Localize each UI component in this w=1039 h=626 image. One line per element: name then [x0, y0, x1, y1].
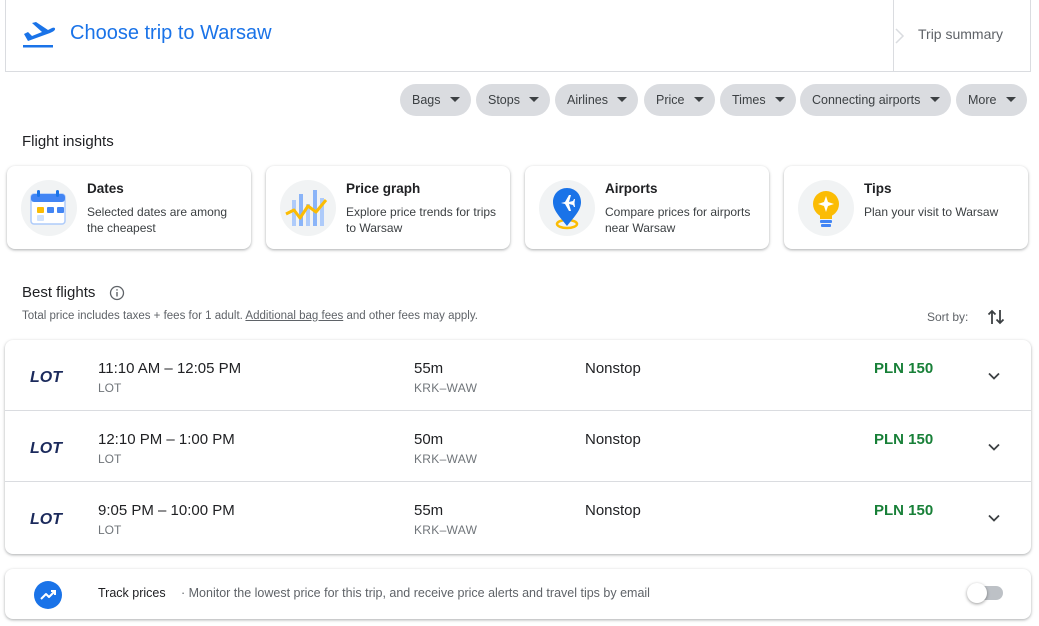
flight-stops: Nonstop	[585, 431, 641, 448]
insight-card-title: Airports	[605, 181, 658, 196]
filter-airlines-button[interactable]: Airlines	[555, 84, 638, 116]
svg-text:LOT: LOT	[30, 369, 63, 385]
flights-list: LOT 11:10 AM – 12:05 PM LOT 55m KRK–WAW …	[5, 340, 1031, 554]
lot-airline-logo: LOT	[30, 440, 63, 456]
dropdown-arrow-icon	[450, 97, 460, 102]
dropdown-arrow-icon	[930, 97, 940, 102]
insight-card-price-graph[interactable]: Price graph Explore price trends for tri…	[266, 166, 510, 249]
trip-summary-link[interactable]: Trip summary	[918, 26, 1003, 42]
flight-row[interactable]: LOT 12:10 PM – 1:00 PM LOT 50m KRK–WAW N…	[5, 411, 1031, 482]
sort-icon[interactable]	[986, 306, 1006, 328]
disclaimer-text: and other fees may apply.	[346, 310, 478, 322]
info-icon[interactable]	[109, 285, 125, 301]
bag-fees-link[interactable]: Additional bag fees	[245, 310, 343, 322]
filter-stops-label: Stops	[488, 93, 520, 107]
toggle-knob	[967, 583, 987, 603]
filter-price-label: Price	[656, 93, 685, 107]
disclaimer-text: Total price includes taxes + fees for 1 …	[22, 310, 243, 322]
insight-card-desc: Plan your visit to Warsaw	[864, 205, 999, 219]
chevron-right-icon	[895, 28, 905, 44]
insight-card-airports[interactable]: Airports Compare prices for airports nea…	[525, 166, 769, 249]
sort-by-label: Sort by:	[927, 310, 969, 324]
flight-airline: LOT	[98, 523, 122, 537]
insight-card-desc: Selected dates are among the cheapest	[87, 205, 228, 235]
dropdown-arrow-icon	[775, 97, 785, 102]
flight-duration: 55m	[414, 360, 444, 377]
flight-duration: 50m	[414, 431, 444, 448]
insight-card-title: Price graph	[346, 181, 421, 196]
flight-row[interactable]: LOT 11:10 AM – 12:05 PM LOT 55m KRK–WAW …	[5, 340, 1031, 411]
track-prices-toggle[interactable]	[967, 583, 1003, 603]
price-graph-icon	[280, 180, 336, 236]
filter-times-button[interactable]: Times	[720, 84, 796, 116]
flight-times: 9:05 PM – 10:00 PM	[98, 502, 235, 519]
svg-text:LOT: LOT	[30, 511, 63, 527]
flight-route: KRK–WAW	[414, 381, 478, 395]
insight-card-title: Tips	[864, 181, 892, 196]
lot-airline-logo: LOT	[30, 511, 63, 527]
filter-stops-button[interactable]: Stops	[476, 84, 550, 116]
departing-plane-icon	[23, 22, 56, 48]
chevron-down-icon[interactable]	[985, 367, 1003, 385]
flight-times: 11:10 AM – 12:05 PM	[98, 360, 242, 377]
dropdown-arrow-icon	[1006, 97, 1016, 102]
flight-airline: LOT	[98, 381, 122, 395]
filter-airlines-label: Airlines	[567, 93, 608, 107]
track-prices-panel: Track prices · Monitor the lowest price …	[5, 569, 1031, 619]
trending-up-icon	[34, 581, 62, 609]
filter-connecting-airports-button[interactable]: Connecting airports	[800, 84, 951, 116]
insight-card-title: Dates	[87, 181, 124, 196]
page-title: Choose trip to Warsaw	[70, 22, 272, 44]
lot-airline-logo: LOT	[30, 369, 63, 385]
filter-bags-label: Bags	[412, 93, 441, 107]
insight-card-tips[interactable]: Tips Plan your visit to Warsaw	[784, 166, 1028, 249]
dropdown-arrow-icon	[694, 97, 704, 102]
filter-price-button[interactable]: Price	[644, 84, 715, 116]
filter-more-button[interactable]: More	[956, 84, 1027, 116]
filter-connecting-airports-label: Connecting airports	[812, 93, 921, 107]
best-flights-heading: Best flights	[22, 284, 96, 301]
insight-card-desc: Explore price trends for trips to Warsaw	[346, 205, 497, 235]
insight-card-desc: Compare prices for airports near Warsaw	[605, 205, 751, 235]
flight-airline: LOT	[98, 452, 122, 466]
flight-stops: Nonstop	[585, 502, 641, 519]
svg-text:LOT: LOT	[30, 440, 63, 456]
flight-price: PLN 150	[874, 431, 934, 448]
airport-pin-icon	[539, 180, 595, 236]
track-prices-desc: · Monitor the lowest price for this trip…	[181, 586, 650, 600]
flight-duration: 55m	[414, 502, 444, 519]
filter-times-label: Times	[732, 93, 766, 107]
flight-times: 12:10 PM – 1:00 PM	[98, 431, 235, 448]
filter-more-label: More	[968, 93, 997, 107]
flight-insights-heading: Flight insights	[22, 133, 114, 150]
track-prices-label: Track prices	[98, 586, 166, 600]
flight-stops: Nonstop	[585, 360, 641, 377]
flight-row[interactable]: LOT 9:05 PM – 10:00 PM LOT 55m KRK–WAW N…	[5, 482, 1031, 553]
lightbulb-icon	[798, 180, 854, 236]
insight-card-dates[interactable]: Dates Selected dates are among the cheap…	[7, 166, 251, 249]
flight-price: PLN 150	[874, 502, 934, 519]
flight-price: PLN 150	[874, 360, 934, 377]
price-disclaimer: Total price includes taxes + fees for 1 …	[22, 310, 478, 322]
dropdown-arrow-icon	[529, 97, 539, 102]
dropdown-arrow-icon	[617, 97, 627, 102]
calendar-icon	[21, 180, 77, 236]
flight-route: KRK–WAW	[414, 523, 478, 537]
page-header: Choose trip to Warsaw Trip summary	[5, 0, 1031, 72]
chevron-down-icon[interactable]	[985, 509, 1003, 527]
flight-route: KRK–WAW	[414, 452, 478, 466]
chevron-down-icon[interactable]	[985, 438, 1003, 456]
filter-bags-button[interactable]: Bags	[400, 84, 471, 116]
